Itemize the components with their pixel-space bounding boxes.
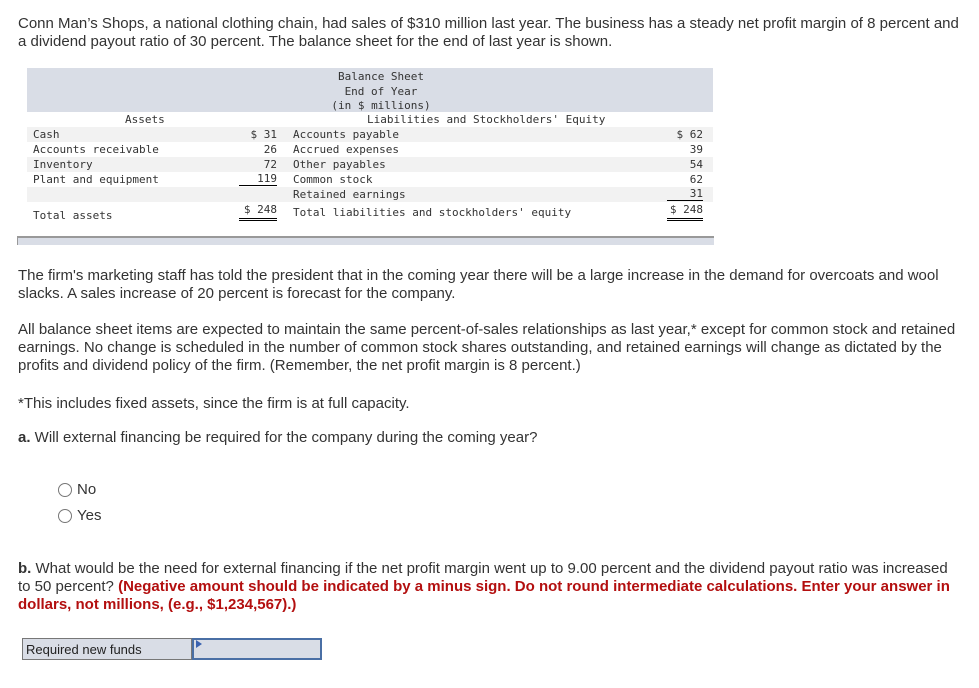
liability-value: $ 62 bbox=[676, 128, 704, 141]
required-new-funds-input[interactable] bbox=[192, 638, 322, 660]
answer-table: Required new funds bbox=[22, 638, 322, 660]
balance-sheet-subtitle: End of Year bbox=[344, 84, 418, 98]
balance-sheet-header: Balance Sheet End of Year (in $ millions… bbox=[27, 68, 713, 112]
liability-label: Retained earnings bbox=[293, 188, 406, 201]
total-liabilities-value: $ 248 bbox=[667, 202, 703, 221]
intro-paragraph: Conn Man’s Shops, a national clothing ch… bbox=[18, 15, 959, 50]
percent-of-sales-paragraph: All balance sheet items are expected to … bbox=[18, 321, 956, 374]
asset-value: 26 bbox=[263, 143, 277, 156]
section-headers: Assets Liabilities and Stockholders' Equ… bbox=[27, 112, 713, 127]
liability-label: Other payables bbox=[293, 158, 386, 171]
table-row: Cash $ 31 Accounts payable $ 62 bbox=[27, 127, 713, 142]
question-a: a. Will external financing be required f… bbox=[18, 429, 963, 447]
radio-no-label[interactable]: No bbox=[77, 481, 96, 498]
table-footer-bar bbox=[17, 236, 714, 245]
question-b-prefix: b. bbox=[18, 560, 32, 577]
asset-label: Inventory bbox=[33, 158, 93, 171]
asset-label: Plant and equipment bbox=[33, 173, 159, 186]
table-row: Retained earnings 31 bbox=[27, 187, 713, 202]
radio-circle-icon[interactable] bbox=[58, 482, 72, 497]
balance-sheet-table: Balance Sheet End of Year (in $ millions… bbox=[17, 68, 714, 245]
table-row: Accounts receivable 26 Accrued expenses … bbox=[27, 142, 713, 157]
total-assets-label: Total assets bbox=[33, 209, 113, 222]
balance-sheet-title: Balance Sheet bbox=[337, 70, 425, 83]
input-flag-icon bbox=[196, 640, 202, 648]
radio-no[interactable]: No bbox=[58, 481, 96, 498]
table-row: Plant and equipment 119 Common stock 62 bbox=[27, 172, 713, 187]
asset-value: $ 31 bbox=[250, 128, 278, 141]
liability-label: Accrued expenses bbox=[293, 143, 399, 156]
radio-yes-label[interactable]: Yes bbox=[77, 507, 101, 524]
liability-value: 54 bbox=[689, 158, 703, 171]
question-a-prefix: a. bbox=[18, 429, 31, 446]
radio-circle-icon[interactable] bbox=[58, 508, 72, 523]
liability-label: Common stock bbox=[293, 173, 373, 186]
question-a-text: Will external financing be required for … bbox=[30, 429, 538, 446]
liabilities-header: Liabilities and Stockholders' Equity bbox=[367, 113, 606, 126]
liability-value: 31 bbox=[667, 187, 703, 201]
assets-header: Assets bbox=[125, 113, 165, 126]
question-b: b. What would be the need for external f… bbox=[18, 560, 963, 614]
marketing-paragraph: The firm's marketing staff has told the … bbox=[18, 267, 939, 302]
asset-value: 119 bbox=[239, 172, 277, 186]
question-b-instruction: (Negative amount should be indicated by … bbox=[18, 578, 950, 613]
asset-label: Cash bbox=[33, 128, 60, 141]
liability-label: Accounts payable bbox=[293, 128, 399, 141]
footnote: *This includes fixed assets, since the f… bbox=[18, 395, 410, 412]
required-new-funds-label: Required new funds bbox=[22, 638, 192, 660]
asset-value: 72 bbox=[263, 158, 277, 171]
total-liabilities-label: Total liabilities and stockholders' equi… bbox=[293, 206, 572, 219]
table-row: Inventory 72 Other payables 54 bbox=[27, 157, 713, 172]
asset-label: Accounts receivable bbox=[33, 143, 159, 156]
totals-row: Total assets $ 248 Total liabilities and… bbox=[27, 202, 713, 223]
liability-value: 39 bbox=[689, 143, 703, 156]
liability-value: 62 bbox=[689, 173, 703, 186]
total-assets-value: $ 248 bbox=[239, 202, 277, 221]
radio-yes[interactable]: Yes bbox=[58, 507, 101, 524]
